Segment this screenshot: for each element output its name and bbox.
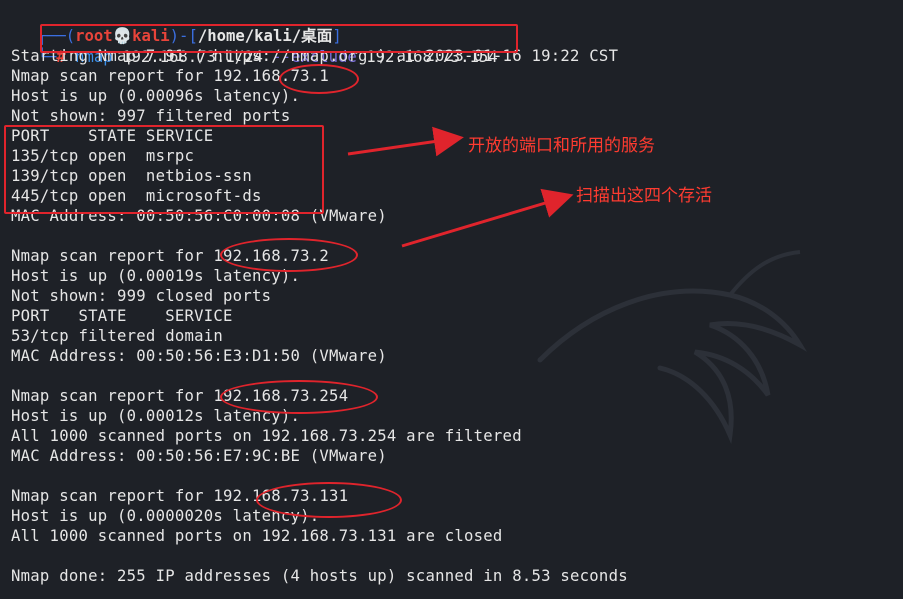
arrow-to-hosts-note [401, 188, 574, 248]
arrow-to-ports-note [347, 126, 464, 157]
hosts-annotation-label: 扫描出这四个存活 [576, 186, 712, 206]
ports-annotation-label: 开放的端口和所用的服务 [468, 136, 655, 156]
terminal-window[interactable]: ┌──(root💀kali)-[/home/kali/桌面] └─# nmap … [0, 0, 903, 599]
annotation-arrows [347, 126, 574, 248]
